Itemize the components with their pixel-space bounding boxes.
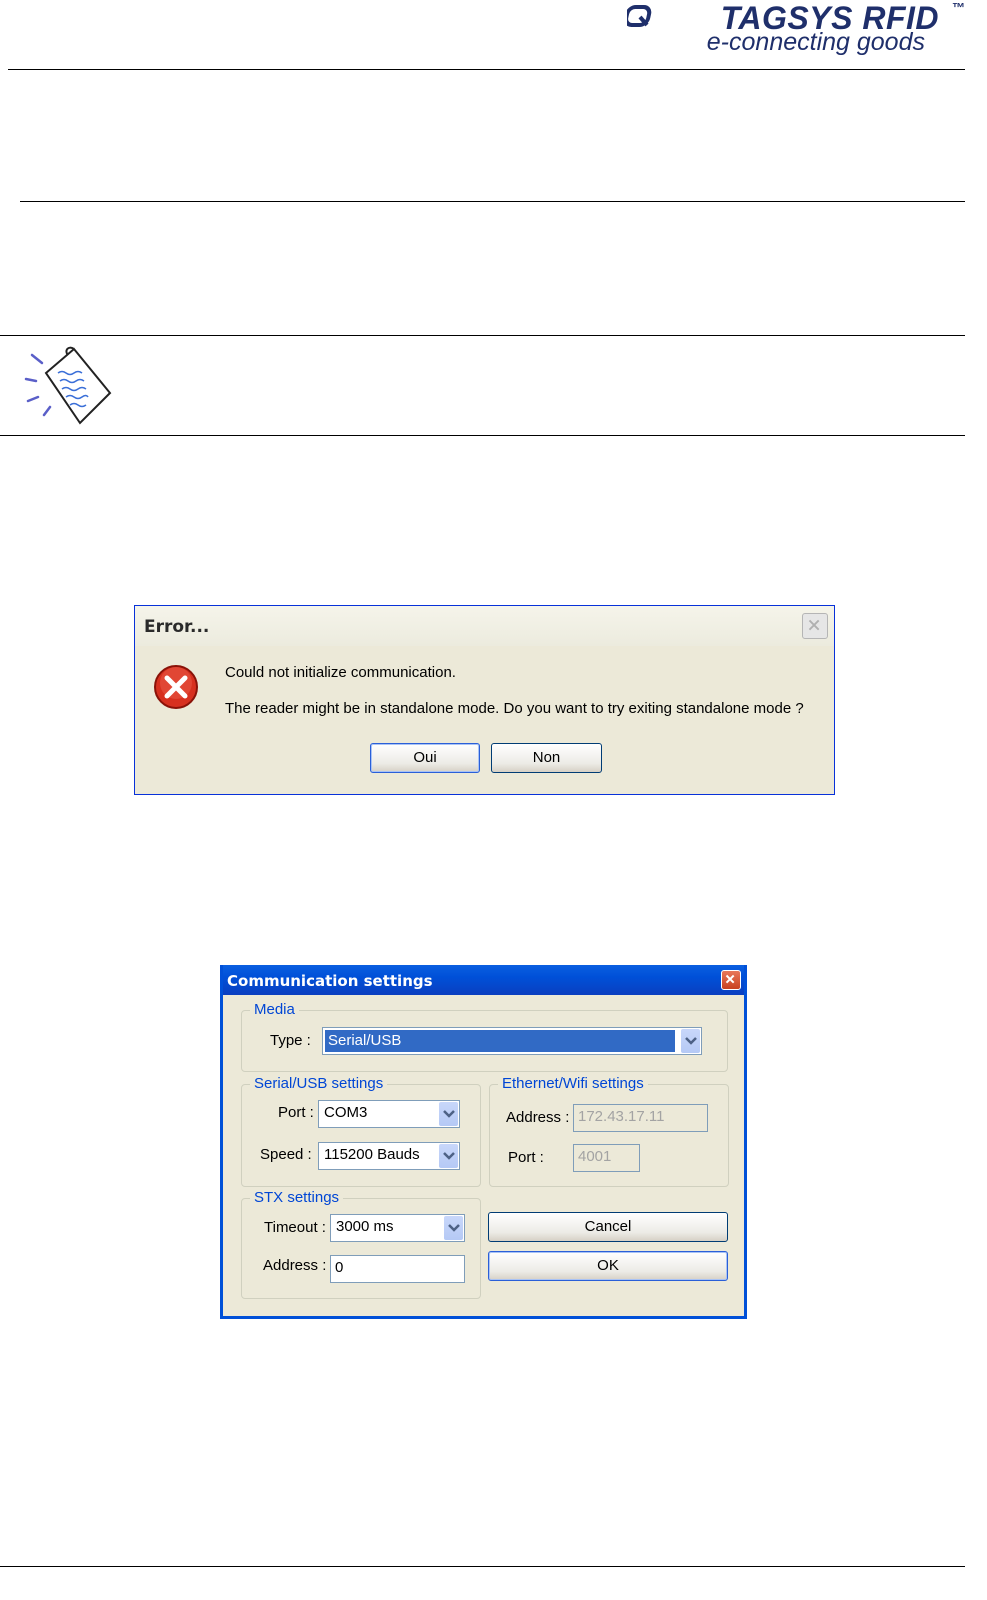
note-paper-icon xyxy=(24,346,112,425)
chevron-down-icon xyxy=(442,1110,455,1118)
stx-legend: STX settings xyxy=(250,1189,344,1206)
ethernet-wifi-legend: Ethernet/Wifi settings xyxy=(498,1075,648,1092)
chevron-down-icon xyxy=(442,1152,455,1160)
port-select[interactable]: COM3 xyxy=(318,1100,460,1128)
cancel-button[interactable]: Cancel xyxy=(488,1212,728,1242)
comm-dialog-title: Communication settings xyxy=(227,972,433,990)
serial-usb-group: Serial/USB settings Port : COM3 Speed : … xyxy=(241,1075,481,1187)
ethernet-address-field[interactable]: 172.43.17.11 xyxy=(573,1104,708,1132)
timeout-dropdown-button[interactable] xyxy=(444,1216,463,1240)
stx-address-label: Address : xyxy=(263,1257,327,1274)
no-button[interactable]: Non xyxy=(491,743,602,773)
comm-dialog-titlebar: Communication settings xyxy=(223,965,744,995)
note-bottom-rule xyxy=(0,435,965,436)
communication-settings-dialog: Communication settings Media Type : Seri… xyxy=(220,965,747,1319)
stx-group: STX settings Timeout : 3000 ms Address :… xyxy=(241,1189,481,1299)
brand-tagline: e-connecting goods xyxy=(706,28,925,56)
close-icon xyxy=(808,619,820,631)
speed-select[interactable]: 115200 Bauds xyxy=(318,1142,460,1170)
stx-address-field[interactable]: 0 xyxy=(330,1255,465,1283)
ethernet-address-label: Address : xyxy=(506,1109,570,1126)
trademark-symbol: ™ xyxy=(952,0,965,15)
timeout-label: Timeout : xyxy=(264,1219,326,1236)
ethernet-wifi-group: Ethernet/Wifi settings Address : 172.43.… xyxy=(489,1075,729,1187)
port-value: COM3 xyxy=(324,1104,368,1121)
ethernet-port-label: Port : xyxy=(508,1149,544,1166)
close-button[interactable] xyxy=(721,970,741,990)
media-type-dropdown-button[interactable] xyxy=(681,1029,700,1053)
error-x-icon xyxy=(154,665,198,709)
media-type-value: Serial/USB xyxy=(324,1029,676,1053)
yes-button[interactable]: Oui xyxy=(370,743,480,773)
ok-button[interactable]: OK xyxy=(488,1251,728,1281)
error-dialog-titlebar: Error... xyxy=(135,606,834,646)
chevron-down-icon xyxy=(684,1037,697,1045)
tagsys-logo-mark-icon xyxy=(627,5,652,27)
type-label: Type : xyxy=(270,1032,311,1049)
speed-dropdown-button[interactable] xyxy=(439,1144,458,1168)
error-dialog-title: Error... xyxy=(144,617,210,637)
speed-label: Speed : xyxy=(260,1146,312,1163)
note-top-rule xyxy=(0,335,965,336)
media-legend: Media xyxy=(250,1001,299,1018)
brand-logo: TAGSYS RFID ™ e-connecting goods xyxy=(625,0,965,62)
port-dropdown-button[interactable] xyxy=(439,1102,458,1126)
error-message-line1: Could not initialize communication. xyxy=(225,664,456,681)
speed-value: 115200 Bauds xyxy=(324,1146,420,1163)
serial-usb-legend: Serial/USB settings xyxy=(250,1075,388,1092)
close-icon xyxy=(725,974,735,984)
timeout-value: 3000 ms xyxy=(336,1218,394,1235)
ethernet-port-field[interactable]: 4001 xyxy=(573,1144,640,1172)
error-dialog: Error... Could not initialize communicat… xyxy=(134,605,835,795)
media-type-select[interactable]: Serial/USB xyxy=(322,1027,702,1055)
header-rule xyxy=(8,69,965,70)
chevron-down-icon xyxy=(447,1224,460,1232)
media-group: Media Type : Serial/USB xyxy=(241,1001,728,1072)
section-rule xyxy=(20,201,965,202)
error-message-line2: The reader might be in standalone mode. … xyxy=(225,700,804,717)
close-button[interactable] xyxy=(802,613,828,639)
footer-rule xyxy=(0,1566,965,1567)
port-label: Port : xyxy=(278,1104,314,1121)
timeout-select[interactable]: 3000 ms xyxy=(330,1214,465,1242)
